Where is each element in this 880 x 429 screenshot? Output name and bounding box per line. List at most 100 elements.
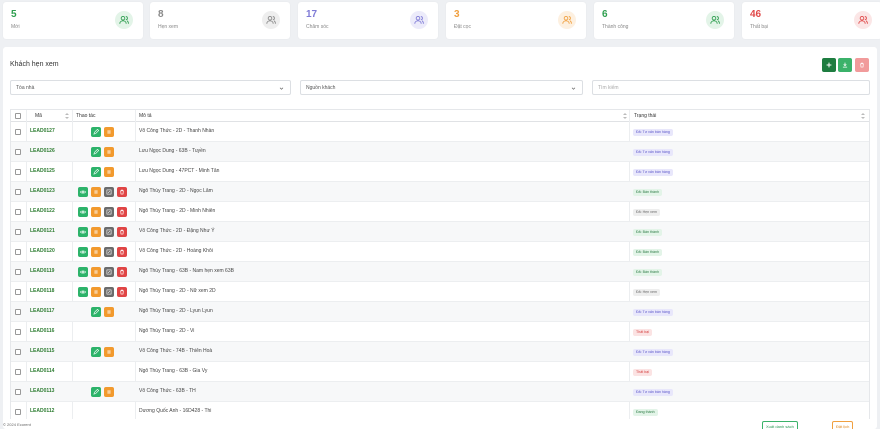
- note-button[interactable]: [104, 247, 114, 257]
- row-checkbox[interactable]: [15, 229, 21, 235]
- view-button[interactable]: [78, 227, 88, 237]
- stat-card[interactable]: 17 Chăm sóc: [298, 2, 438, 39]
- stat-card[interactable]: 5 Mới: [3, 2, 143, 39]
- pause-button[interactable]: [104, 307, 114, 317]
- row-checkbox[interactable]: [15, 369, 21, 375]
- pause-button[interactable]: [104, 167, 114, 177]
- lead-code[interactable]: LEAD0113: [30, 388, 54, 394]
- lead-code[interactable]: LEAD0114: [30, 368, 54, 374]
- search-input[interactable]: Tìm kiếm: [592, 80, 870, 95]
- table-row[interactable]: LEAD0121 Võ Công Thức - 2D - Đặng Như Ý Đã…: [11, 222, 869, 242]
- column-header-status[interactable]: Trạng thái: [634, 113, 656, 119]
- export-button[interactable]: [838, 58, 852, 72]
- delete-row-button[interactable]: [117, 267, 127, 277]
- edit-button[interactable]: [91, 387, 101, 397]
- lead-code[interactable]: LEAD0116: [30, 328, 54, 334]
- edit-button[interactable]: [91, 147, 101, 157]
- row-checkbox[interactable]: [15, 269, 21, 275]
- pause-button[interactable]: [104, 387, 114, 397]
- table-row[interactable]: LEAD0120 Võ Công Thức - 2D - Hoàng Khôi Đã…: [11, 242, 869, 262]
- row-checkbox[interactable]: [15, 209, 21, 215]
- delete-row-button[interactable]: [117, 187, 127, 197]
- note-button[interactable]: [104, 207, 114, 217]
- stat-card[interactable]: 6 Thành công: [594, 2, 734, 39]
- row-checkbox[interactable]: [15, 189, 21, 195]
- lead-code[interactable]: LEAD0123: [30, 188, 55, 194]
- pause-button[interactable]: [91, 227, 101, 237]
- row-checkbox[interactable]: [15, 129, 21, 135]
- pause-button[interactable]: [91, 207, 101, 217]
- column-header-description[interactable]: Mô tả: [139, 113, 152, 119]
- edit-button[interactable]: [91, 307, 101, 317]
- sort-icon[interactable]: [861, 113, 865, 119]
- view-button[interactable]: [78, 207, 88, 217]
- row-checkbox[interactable]: [15, 349, 21, 355]
- table-row[interactable]: LEAD0114 Ngô Thùy Trang - 63B - Gia Vy Thấ…: [11, 362, 869, 382]
- view-button[interactable]: [78, 247, 88, 257]
- source-select[interactable]: Nguồn khách: [300, 80, 583, 95]
- table-row[interactable]: LEAD0115 Võ Công Thức - 74B - Thiên Hoà Đã…: [11, 342, 869, 362]
- schedule-button[interactable]: Đặt lịch: [832, 421, 854, 429]
- pause-button[interactable]: [91, 247, 101, 257]
- lead-code[interactable]: LEAD0119: [30, 268, 54, 274]
- lead-code[interactable]: LEAD0117: [30, 308, 54, 314]
- note-button[interactable]: [104, 227, 114, 237]
- lead-code[interactable]: LEAD0112: [30, 408, 54, 414]
- table-row[interactable]: LEAD0126 Lưu Ngọc Dung - 63B - Tuyền Đã: T…: [11, 142, 869, 162]
- stat-card[interactable]: 46 Thất bại: [742, 2, 880, 39]
- column-header-code[interactable]: Mã: [35, 113, 42, 119]
- select-all-checkbox[interactable]: [15, 113, 21, 119]
- building-select[interactable]: Tòa nhà: [10, 80, 291, 95]
- note-button[interactable]: [104, 287, 114, 297]
- pause-button[interactable]: [104, 127, 114, 137]
- delete-row-button[interactable]: [117, 287, 127, 297]
- table-row[interactable]: LEAD0123 Ngô Thùy Trang - 2D - Ngọc Lâm Đã…: [11, 182, 869, 202]
- lead-code[interactable]: LEAD0126: [30, 148, 55, 154]
- stat-card[interactable]: 8 Hẹn xem: [150, 2, 290, 39]
- row-checkbox[interactable]: [15, 289, 21, 295]
- row-checkbox[interactable]: [15, 409, 21, 415]
- note-button[interactable]: [104, 267, 114, 277]
- stat-card[interactable]: 3 Đặt cọc: [446, 2, 586, 39]
- row-checkbox[interactable]: [15, 249, 21, 255]
- row-checkbox[interactable]: [15, 329, 21, 335]
- edit-button[interactable]: [91, 167, 101, 177]
- delete-row-button[interactable]: [117, 207, 127, 217]
- lead-code[interactable]: LEAD0120: [30, 248, 55, 254]
- table-row[interactable]: LEAD0117 Ngô Thùy Trang - 2D - Lyun Lyun Đ…: [11, 302, 869, 322]
- table-row[interactable]: LEAD0112 Dương Quốc Anh - 16D428 - Thi Đan…: [11, 402, 869, 419]
- pause-button[interactable]: [104, 347, 114, 357]
- view-button[interactable]: [78, 287, 88, 297]
- table-row[interactable]: LEAD0113 Võ Công Thức - 63B - TH Đã: Tư vấ…: [11, 382, 869, 402]
- table-row[interactable]: LEAD0127 Võ Công Thức - 2D - Thanh Nhàn Đã…: [11, 122, 869, 142]
- view-button[interactable]: [78, 267, 88, 277]
- sort-icon[interactable]: [65, 113, 69, 119]
- lead-code[interactable]: LEAD0125: [30, 168, 55, 174]
- lead-code[interactable]: LEAD0118: [30, 288, 54, 294]
- add-button[interactable]: [822, 58, 836, 72]
- lead-code[interactable]: LEAD0127: [30, 128, 55, 134]
- table-row[interactable]: LEAD0118 Ngô Thùy Trang - 2D - Nữ xem 2D Đ…: [11, 282, 869, 302]
- edit-button[interactable]: [91, 347, 101, 357]
- delete-button[interactable]: [855, 58, 869, 72]
- sort-icon[interactable]: [623, 113, 627, 119]
- row-checkbox[interactable]: [15, 149, 21, 155]
- pause-button[interactable]: [91, 267, 101, 277]
- pause-button[interactable]: [91, 287, 101, 297]
- table-row[interactable]: LEAD0116 Ngô Thùy Trang - 2D - Vi Thất bại: [11, 322, 869, 342]
- pause-button[interactable]: [104, 147, 114, 157]
- export-button[interactable]: Xuất danh sách: [762, 421, 798, 429]
- pause-button[interactable]: [91, 187, 101, 197]
- delete-row-button[interactable]: [117, 227, 127, 237]
- table-row[interactable]: LEAD0119 Ngô Thùy Trang - 63B - Nam hẹn x…: [11, 262, 869, 282]
- row-checkbox[interactable]: [15, 169, 21, 175]
- lead-code[interactable]: LEAD0121: [30, 228, 55, 234]
- view-button[interactable]: [78, 187, 88, 197]
- lead-code[interactable]: LEAD0122: [30, 208, 55, 214]
- edit-button[interactable]: [91, 127, 101, 137]
- lead-code[interactable]: LEAD0115: [30, 348, 54, 354]
- row-checkbox[interactable]: [15, 389, 21, 395]
- table-row[interactable]: LEAD0125 Lưu Ngọc Dung - 47PCT - Minh Tân…: [11, 162, 869, 182]
- note-button[interactable]: [104, 187, 114, 197]
- row-checkbox[interactable]: [15, 309, 21, 315]
